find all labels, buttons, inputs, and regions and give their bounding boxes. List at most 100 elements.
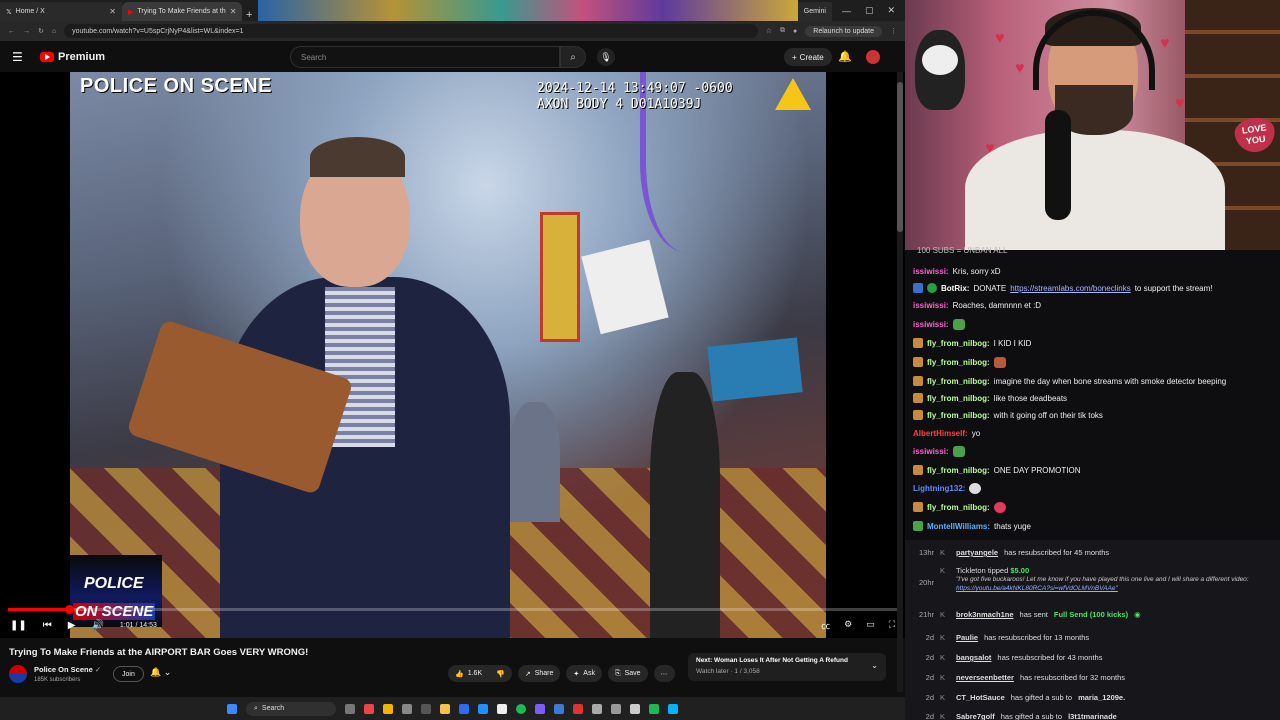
close-tab-icon[interactable]: ✕ — [109, 7, 116, 16]
forward-icon[interactable]: → — [23, 28, 30, 35]
profile-icon[interactable]: ● — [793, 28, 797, 35]
app-icon[interactable] — [478, 703, 488, 714]
channel-name[interactable]: Police On Scene ✓ — [34, 665, 101, 674]
join-button[interactable]: Join — [113, 666, 144, 682]
tab-x-home[interactable]: 𝕏 Home / X ✕ — [0, 2, 122, 21]
close-tab-icon[interactable]: ✕ — [230, 7, 237, 16]
scrubber-handle[interactable] — [64, 605, 74, 614]
app-icon[interactable] — [573, 703, 583, 714]
chat-username[interactable]: Lightning132: — [913, 484, 965, 493]
youtube-logo[interactable]: Premium — [40, 51, 105, 63]
hamburger-menu-icon[interactable]: ☰ — [12, 50, 24, 64]
home-icon[interactable]: ⌂ — [52, 28, 56, 35]
chat-username[interactable]: MontellWilliams: — [927, 522, 990, 531]
app-icon[interactable] — [554, 703, 564, 714]
progress-bar[interactable] — [8, 605, 898, 614]
more-actions-button[interactable]: ⋯ — [653, 665, 675, 682]
app-icon[interactable] — [592, 703, 602, 714]
previous-icon[interactable]: ⏮ — [43, 620, 52, 631]
chat-username[interactable]: issiwissi: — [913, 320, 949, 329]
app-icon[interactable] — [421, 703, 431, 714]
notifications-bell-icon[interactable]: 🔔 — [838, 50, 852, 63]
page-scrollbar[interactable] — [897, 72, 903, 692]
settings-gear-icon[interactable]: ⚙ — [844, 619, 852, 632]
close-window-icon[interactable]: ✕ — [887, 5, 895, 16]
app-icon[interactable] — [497, 703, 507, 714]
spotify-icon[interactable] — [516, 703, 526, 714]
scrollbar-thumb[interactable] — [897, 82, 903, 232]
taskbar-search[interactable]: ⌕ Search — [246, 701, 336, 716]
task-view-icon[interactable] — [345, 703, 355, 714]
app-icon[interactable] — [402, 703, 412, 714]
pause-icon[interactable]: ❚❚ — [10, 620, 27, 631]
chat-username[interactable]: fly_from_nilbog: — [927, 377, 990, 386]
channel-avatar[interactable] — [9, 665, 27, 683]
video-frame[interactable] — [70, 72, 826, 638]
extensions-icon[interactable]: ⧉ — [780, 27, 785, 35]
app-icon[interactable] — [364, 703, 374, 714]
event-user[interactable]: CT_HotSauce — [956, 693, 1005, 702]
relaunch-button[interactable]: Relaunch to update — [805, 25, 882, 37]
back-icon[interactable]: ← — [8, 28, 15, 35]
app-icon[interactable] — [668, 703, 678, 714]
app-icon[interactable] — [649, 703, 659, 714]
chrome-icon[interactable] — [383, 703, 393, 714]
reload-icon[interactable]: ↻ — [38, 27, 44, 35]
account-avatar[interactable] — [866, 50, 880, 64]
subscribed-bell-icon[interactable]: 🔔 ⌄ — [150, 667, 171, 678]
start-icon[interactable] — [227, 703, 237, 714]
gemini-button[interactable]: Gemini — [797, 2, 832, 21]
event-user[interactable]: bangsalot — [956, 653, 991, 662]
like-button[interactable]: 👍 1.6K 👎 — [448, 665, 512, 682]
event-user[interactable]: Tickleton — [956, 566, 986, 575]
thumbs-down-icon[interactable]: 👎 — [496, 670, 505, 678]
up-next-card[interactable]: Next: Woman Loses It After Not Getting A… — [688, 653, 886, 681]
chat-username[interactable]: issiwissi: — [913, 447, 949, 456]
minimize-icon[interactable]: — — [842, 6, 851, 16]
search-input[interactable]: Search — [290, 46, 560, 68]
app-icon[interactable] — [535, 703, 545, 714]
fullscreen-icon[interactable]: ⛶ — [889, 619, 895, 632]
chat-username[interactable]: fly_from_nilbog: — [927, 503, 990, 512]
ask-button[interactable]: ✦ Ask — [566, 665, 602, 682]
captions-icon[interactable]: ㏄ — [821, 619, 830, 632]
maximize-icon[interactable]: ▢ — [865, 5, 874, 16]
chat-username[interactable]: fly_from_nilbog: — [927, 466, 990, 475]
chevron-down-icon[interactable]: ⌄ — [871, 661, 878, 670]
gift-target[interactable]: maria_1209e. — [1078, 693, 1125, 702]
save-button[interactable]: ⎘ Save — [607, 665, 648, 682]
gift-target[interactable]: l3t1tmarinade — [1068, 712, 1117, 720]
bookmark-star-icon[interactable]: ☆ — [766, 27, 772, 35]
next-icon[interactable]: ▶ — [68, 620, 76, 631]
app-icon[interactable] — [459, 703, 469, 714]
tip-message-link[interactable]: https://youtu.be/a4kNKL80RCA?si=wfVdOLMV… — [956, 585, 1118, 592]
app-icon[interactable] — [630, 703, 640, 714]
tab-youtube-video[interactable]: ▶ Trying To Make Friends at th ✕ — [122, 2, 242, 21]
url-field[interactable]: youtube.com/watch?v=U5spCrjNyP4&list=WL&… — [64, 24, 758, 38]
voice-search-button[interactable]: 🎙 — [597, 48, 615, 66]
chat-username[interactable]: fly_from_nilbog: — [927, 358, 990, 367]
miniplayer-icon[interactable]: ▭ — [866, 619, 875, 632]
chat-username[interactable]: issiwissi: — [913, 267, 949, 276]
event-user[interactable]: partyangele — [956, 548, 998, 557]
file-explorer-icon[interactable] — [440, 703, 450, 714]
menu-dots-icon[interactable]: ⋮ — [890, 27, 897, 35]
chat-username[interactable]: fly_from_nilbog: — [927, 339, 990, 348]
app-icon[interactable] — [611, 703, 621, 714]
search-button[interactable]: ⌕ — [560, 46, 586, 68]
video-player[interactable]: POLICE ON SCENE 2024-12-14 13:49:07 -060… — [0, 72, 905, 638]
new-tab-button[interactable]: + — [242, 9, 258, 21]
chat-username[interactable]: fly_from_nilbog: — [927, 394, 990, 403]
volume-icon[interactable]: 🔊 — [91, 620, 103, 631]
chat-username[interactable]: BotRix: — [941, 284, 969, 293]
chat-username[interactable]: issiwissi: — [913, 301, 949, 310]
chat-link[interactable]: https://streamlabs.com/boneclinks — [1010, 284, 1131, 293]
event-user[interactable]: Sabre7golf — [956, 712, 995, 720]
share-button[interactable]: ↗ Share — [517, 665, 561, 682]
event-user[interactable]: brok3nmach1ne — [956, 610, 1014, 619]
event-user[interactable]: Paulie — [956, 633, 978, 642]
create-button[interactable]: + Create — [784, 48, 832, 66]
chat-username[interactable]: fly_from_nilbog: — [927, 411, 990, 420]
chat-username[interactable]: AlbertHimself: — [913, 429, 968, 438]
event-user[interactable]: neverseenbetter — [956, 673, 1014, 682]
